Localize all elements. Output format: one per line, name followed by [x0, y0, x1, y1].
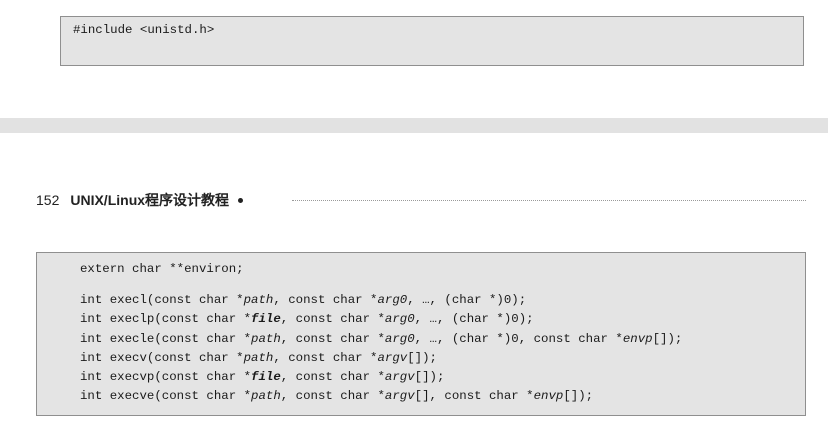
- code-text: []);: [414, 369, 445, 384]
- code-param: path: [243, 350, 274, 365]
- page-divider: [0, 118, 828, 133]
- code-param: arg0: [384, 312, 415, 327]
- code-param: path: [251, 389, 281, 404]
- code-text: , …, (char *)0, const char *: [414, 331, 623, 346]
- code-param: envp: [622, 331, 653, 346]
- code-param: argv: [377, 350, 408, 365]
- prototype-line: int execve(const char *path, const char …: [80, 387, 805, 406]
- code-text: , const char *: [273, 293, 378, 308]
- code-param: envp: [533, 389, 564, 404]
- header-bullet: [238, 197, 244, 203]
- code-text: [], const char *: [414, 389, 534, 404]
- header-dotted-rule: [292, 200, 806, 201]
- code-text: int execl(const char *: [80, 293, 244, 308]
- prototype-line: int execlp(const char *file, const char …: [80, 310, 805, 329]
- code-param: argv: [384, 389, 415, 404]
- code-param: file: [251, 369, 281, 384]
- book-title: UNIX/Linux程序设计教程: [70, 192, 230, 208]
- prototype-line: int execl(const char *path, const char *…: [80, 291, 805, 310]
- environ-declaration: extern char **environ;: [80, 262, 244, 276]
- code-text: int execle(const char *: [80, 331, 252, 346]
- previous-page-bottom: #include <unistd.h>: [0, 0, 828, 118]
- code-text: int execlp(const char *: [80, 312, 252, 327]
- page-number: 152: [36, 192, 60, 208]
- code-text: , const char *: [280, 369, 385, 384]
- page-header: 152 UNIX/Linux程序设计教程: [36, 190, 244, 210]
- code-param: argv: [384, 369, 415, 384]
- code-param: arg0: [384, 331, 415, 346]
- code-text: , const char *: [280, 312, 385, 327]
- code-text: int execv(const char *: [80, 350, 244, 365]
- code-param: file: [251, 312, 281, 327]
- code-param: path: [243, 293, 274, 308]
- prototype-line: int execv(const char *path, const char *…: [80, 349, 805, 368]
- prototype-line: int execvp(const char *file, const char …: [80, 368, 805, 387]
- code-text: , …, (char *)0);: [407, 293, 527, 308]
- code-text: []);: [407, 350, 437, 365]
- exec-prototypes-code-box: extern char **environ; int execl(const c…: [36, 252, 806, 416]
- include-code-box: #include <unistd.h>: [60, 16, 804, 66]
- include-line: #include <unistd.h>: [73, 23, 215, 37]
- code-text: []);: [563, 389, 594, 404]
- code-text: , const char *: [273, 350, 378, 365]
- code-text: []);: [652, 331, 683, 346]
- code-text: , …, (char *)0);: [414, 312, 534, 327]
- code-text: int execvp(const char *: [80, 369, 252, 384]
- code-text: int execve(const char *: [80, 389, 252, 404]
- prototype-line: int execle(const char *path, const char …: [80, 330, 805, 349]
- code-text: , const char *: [280, 331, 385, 346]
- code-param: arg0: [377, 293, 408, 308]
- code-param: path: [251, 331, 281, 346]
- prototype-list: int execl(const char *path, const char *…: [80, 291, 805, 406]
- code-text: , const char *: [280, 389, 385, 404]
